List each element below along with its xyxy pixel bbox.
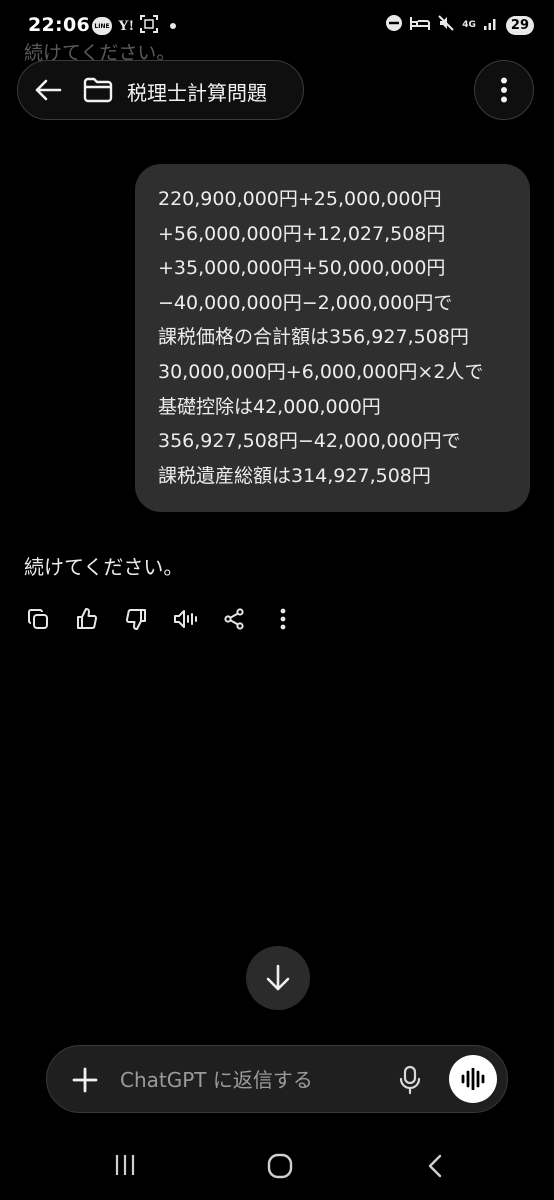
share-icon (224, 608, 244, 630)
status-right-icons: 4G 29 (385, 14, 534, 36)
arrow-left-icon (35, 79, 62, 101)
more-vertical-icon (280, 608, 286, 630)
copy-icon (28, 609, 48, 629)
attach-button[interactable] (68, 1063, 102, 1097)
more-vertical-icon (501, 77, 507, 103)
user-message-bubble[interactable]: 220,900,000円+25,000,000円 +56,000,000円+12… (135, 164, 530, 512)
status-left-icons: LINE Y! (92, 15, 176, 37)
message-input[interactable] (120, 1064, 380, 1096)
user-message-line: 課税価格の合計額は356,927,508円 (158, 326, 469, 349)
chat-title[interactable]: 税理士計算問題 (127, 77, 267, 106)
line-app-icon: LINE (92, 17, 112, 35)
microphone-icon (399, 1065, 421, 1095)
user-message-line: −40,000,000円−2,000,000円で (158, 291, 453, 314)
copy-button[interactable] (22, 603, 54, 635)
dictate-button[interactable] (394, 1062, 426, 1098)
nav-home-button[interactable] (266, 1152, 294, 1180)
user-message-line: 220,900,000円+25,000,000円 (158, 188, 442, 210)
back-button[interactable] (32, 74, 64, 106)
plus-icon (72, 1067, 98, 1093)
battery-level-badge: 29 (505, 15, 534, 35)
thumbs-down-button[interactable] (120, 603, 152, 635)
nav-recents-button[interactable] (112, 1152, 138, 1178)
signal-icon (483, 15, 499, 35)
yahoo-app-icon: Y! (118, 17, 134, 34)
mute-icon (437, 14, 455, 36)
user-message-line: +35,000,000円+50,000,000円 (158, 257, 446, 280)
share-button[interactable] (218, 603, 250, 635)
arrow-down-icon (266, 964, 290, 991)
network-type-icon: 4G (462, 19, 476, 30)
more-actions-button[interactable] (267, 603, 299, 635)
thumbs-up-button[interactable] (71, 603, 103, 635)
thumbs-down-icon (125, 609, 146, 631)
do-not-disturb-icon (385, 14, 403, 36)
message-action-row (22, 603, 316, 635)
chat-menu-button[interactable] (474, 60, 534, 120)
nav-back-button[interactable] (424, 1152, 446, 1180)
speaker-icon (174, 610, 197, 628)
voice-mode-button[interactable] (449, 1055, 497, 1103)
user-message-line: 課税遺産総額は314,927,508円 (158, 464, 431, 487)
screenshot-icon (139, 15, 158, 37)
sleep-mode-icon (410, 15, 431, 35)
folder-icon (83, 77, 113, 103)
user-message-line: 基礎控除は42,000,000円 (158, 395, 381, 418)
voice-waveform-icon (461, 1068, 485, 1090)
user-message-line: 30,000,000円+6,000,000円×2人で (158, 360, 484, 383)
notification-dot-icon (169, 23, 176, 29)
user-message-line: +56,000,000円+12,027,508円 (158, 222, 446, 245)
read-aloud-button[interactable] (169, 603, 201, 635)
chevron-left-icon (428, 1154, 442, 1178)
home-icon (267, 1153, 293, 1179)
thumbs-up-icon (77, 607, 98, 629)
recents-icon (115, 1155, 135, 1175)
user-message-line: 356,927,508円−42,000,000円で (158, 430, 461, 453)
project-folder-button[interactable] (82, 75, 114, 105)
scroll-to-bottom-button[interactable] (246, 946, 310, 1010)
assistant-message-text: 続けてください。 (24, 555, 184, 579)
status-time: 22:06 (28, 14, 90, 36)
